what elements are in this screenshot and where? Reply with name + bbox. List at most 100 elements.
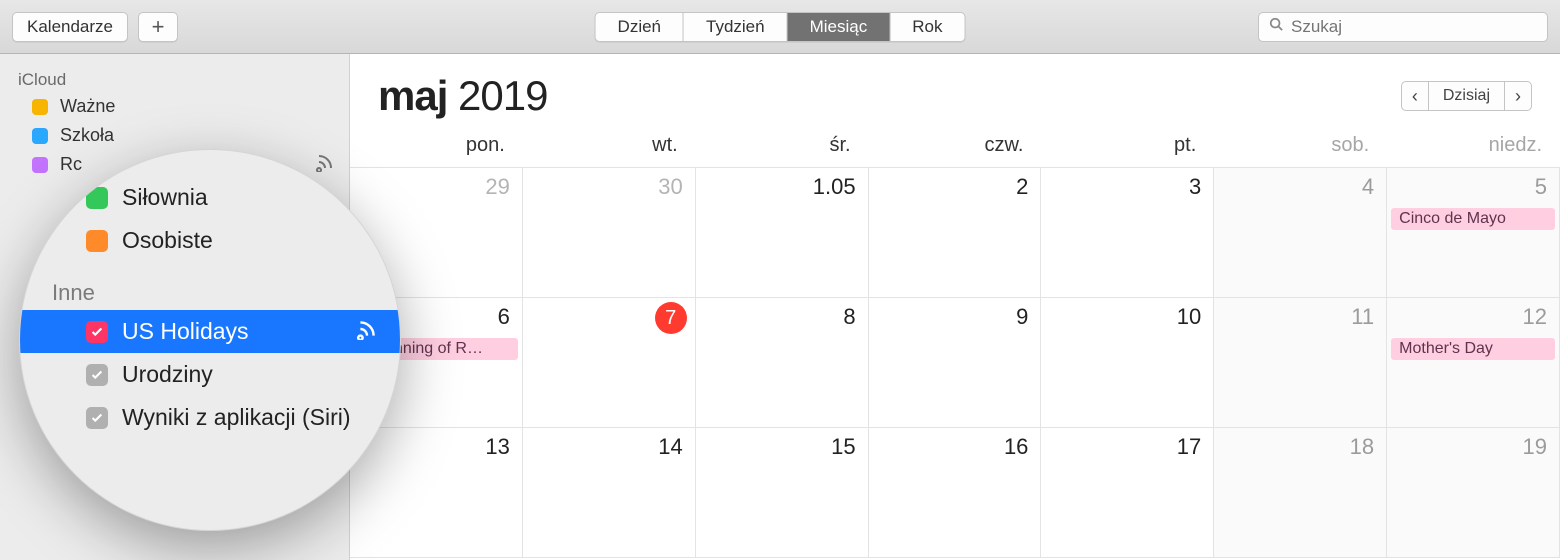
sidebar-item-wazne[interactable]: Ważne	[0, 92, 349, 121]
dow-sun: niedz.	[1387, 134, 1560, 157]
checkbox-checked-icon[interactable]	[86, 364, 108, 386]
prev-button[interactable]: ‹	[1402, 82, 1429, 110]
zoom-item-label: Osobiste	[122, 227, 213, 254]
sidebar-item-label: Szkoła	[60, 125, 114, 146]
day-number: 7	[655, 302, 687, 334]
calendar-color-swatch	[32, 99, 48, 115]
sidebar-item-label: Rc	[60, 154, 82, 175]
sidebar-section-icloud: iCloud	[0, 64, 349, 92]
day-number: 15	[831, 434, 855, 460]
day-number: 8	[843, 304, 855, 330]
day-number: 1.05	[813, 174, 856, 200]
today-button[interactable]: Dzisiaj	[1429, 82, 1505, 110]
search-input[interactable]	[1291, 17, 1537, 37]
calendar-header: maj 2019 ‹ Dzisiaj ›	[350, 54, 1560, 128]
checkbox-checked-icon[interactable]	[86, 321, 108, 343]
calendar-cell[interactable]: 5 Cinco de Mayo	[1387, 168, 1560, 298]
day-number: 5	[1535, 174, 1547, 200]
event-pill[interactable]: Cinco de Mayo	[1391, 208, 1555, 230]
dow-mon: pon.	[350, 134, 523, 157]
calendar-cell[interactable]: 1.05	[696, 168, 869, 298]
calendar-cell[interactable]: 4	[1214, 168, 1387, 298]
search-icon	[1269, 17, 1283, 36]
search-field[interactable]	[1258, 12, 1548, 42]
zoom-item-us-holidays[interactable]: US Holidays	[20, 310, 400, 353]
zoom-section-inne: Inne	[20, 262, 400, 310]
zoom-magnifier: Siłownia Osobiste Inne US Holidays Urodz…	[20, 150, 400, 530]
calendar-color-swatch	[86, 187, 108, 209]
zoom-item-osobiste[interactable]: Osobiste	[20, 219, 400, 262]
broadcast-icon	[356, 318, 378, 346]
calendar-cell[interactable]: 18	[1214, 428, 1387, 558]
day-number: 16	[1004, 434, 1028, 460]
plus-icon: +	[152, 14, 165, 40]
day-number: 19	[1523, 434, 1547, 460]
calendar-year: 2019	[458, 72, 547, 119]
calendar-cell[interactable]: 30	[523, 168, 696, 298]
dow-thu: czw.	[869, 134, 1042, 157]
zoom-item-label: Urodziny	[122, 361, 213, 388]
view-day[interactable]: Dzień	[596, 13, 684, 41]
calendar-title: maj 2019	[378, 72, 547, 120]
calendar-color-swatch	[32, 157, 48, 173]
calendar-cell[interactable]: 2	[869, 168, 1042, 298]
calendar-cell[interactable]: 8	[696, 298, 869, 428]
zoom-item-siri[interactable]: Wyniki z aplikacji (Siri)	[20, 396, 400, 439]
calendar-cell[interactable]: 3	[1041, 168, 1214, 298]
calendar-cell[interactable]: 13	[350, 428, 523, 558]
calendar-cell[interactable]: 15	[696, 428, 869, 558]
dow-fri: pt.	[1041, 134, 1214, 157]
calendar-cell[interactable]: 7	[523, 298, 696, 428]
calendar-cell[interactable]: 11	[1214, 298, 1387, 428]
calendar-cell[interactable]: 9	[869, 298, 1042, 428]
chevron-right-icon: ›	[1515, 86, 1521, 107]
day-number: 2	[1016, 174, 1028, 200]
calendar-color-swatch	[86, 230, 108, 252]
calendar-cell[interactable]: 17	[1041, 428, 1214, 558]
day-number: 6	[498, 304, 510, 330]
calendar-cell[interactable]: 10	[1041, 298, 1214, 428]
view-week[interactable]: Tydzień	[684, 13, 788, 41]
day-number: 18	[1350, 434, 1374, 460]
toolbar: Kalendarze + Dzień Tydzień Miesiąc Rok	[0, 0, 1560, 54]
day-number: 14	[658, 434, 682, 460]
sidebar-item-szkola[interactable]: Szkoła	[0, 121, 349, 150]
date-nav: ‹ Dzisiaj ›	[1401, 81, 1532, 111]
calendar-cell[interactable]: 16	[869, 428, 1042, 558]
zoom-item-silownia[interactable]: Siłownia	[20, 176, 400, 219]
dow-wed: śr.	[696, 134, 869, 157]
calendars-button[interactable]: Kalendarze	[12, 12, 128, 42]
dow-sat: sob.	[1214, 134, 1387, 157]
view-year[interactable]: Rok	[890, 13, 964, 41]
zoom-item-label: Siłownia	[122, 184, 208, 211]
calendar-cell[interactable]: 14	[523, 428, 696, 558]
broadcast-icon	[315, 152, 335, 177]
day-number: 3	[1189, 174, 1201, 200]
add-button[interactable]: +	[138, 12, 178, 42]
checkbox-checked-icon[interactable]	[86, 407, 108, 429]
day-number: 13	[485, 434, 509, 460]
calendar-month: maj	[378, 72, 447, 119]
dow-tue: wt.	[523, 134, 696, 157]
day-of-week-row: pon. wt. śr. czw. pt. sob. niedz.	[350, 128, 1560, 167]
next-button[interactable]: ›	[1505, 82, 1531, 110]
day-number: 17	[1177, 434, 1201, 460]
day-number: 30	[658, 174, 682, 200]
zoom-item-urodziny[interactable]: Urodziny	[20, 353, 400, 396]
view-month[interactable]: Miesiąc	[788, 13, 891, 41]
day-number: 29	[485, 174, 509, 200]
zoom-item-label: Wyniki z aplikacji (Siri)	[122, 404, 351, 431]
calendar-color-swatch	[32, 128, 48, 144]
day-number: 4	[1362, 174, 1374, 200]
calendar-cell[interactable]: 12Mother's Day	[1387, 298, 1560, 428]
calendar-grid: 29301.052345Cinco de Mayo6Beginning of R…	[350, 167, 1560, 558]
event-pill[interactable]: Mother's Day	[1391, 338, 1555, 360]
day-number: 9	[1016, 304, 1028, 330]
chevron-left-icon: ‹	[1412, 86, 1418, 107]
view-switch: Dzień Tydzień Miesiąc Rok	[595, 12, 966, 42]
zoom-item-label: US Holidays	[122, 318, 249, 345]
calendar-cell[interactable]: 19	[1387, 428, 1560, 558]
sidebar-item-label: Ważne	[60, 96, 115, 117]
day-number: 11	[1351, 304, 1374, 330]
calendar-main: maj 2019 ‹ Dzisiaj › pon. wt. śr. czw. p…	[350, 54, 1560, 560]
